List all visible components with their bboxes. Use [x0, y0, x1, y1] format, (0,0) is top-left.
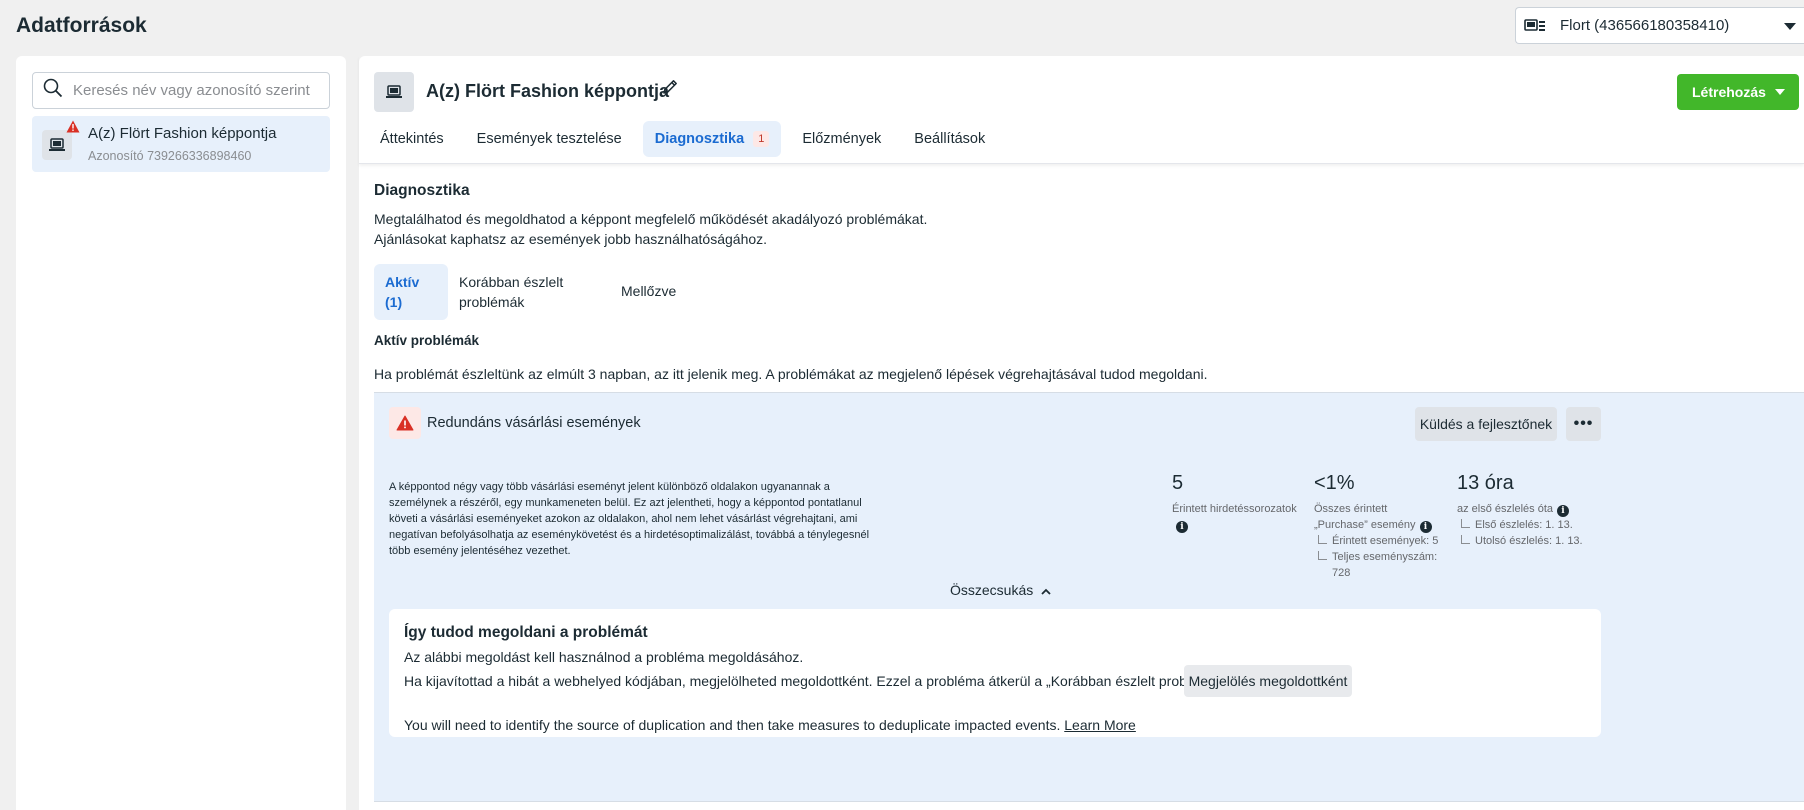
issue-count-badge: 1: [753, 131, 770, 147]
issue-card: Redundáns vásárlási események Küldés a f…: [374, 392, 1804, 802]
issue-description: A képpontod négy vagy több vásárlási ese…: [389, 481, 870, 557]
info-icon[interactable]: i: [1176, 521, 1188, 533]
tab-label: Diagnosztika: [654, 131, 745, 147]
resolution-box: Így tudod megoldani a problémát Az alább…: [389, 609, 1601, 737]
resolution-title: Így tudod megoldani a problémát: [404, 624, 648, 641]
metric-value: <1%: [1314, 472, 1355, 494]
metric-value: 13 óra: [1457, 472, 1514, 494]
subtab-ignored[interactable]: Mellőzve: [610, 264, 687, 320]
tab-overview[interactable]: Áttekintés: [368, 121, 456, 157]
tab-history[interactable]: Előzmények: [790, 121, 893, 157]
issue-title: Redundáns vásárlási események: [427, 415, 641, 431]
search-box[interactable]: [32, 72, 330, 109]
metric-value: 5: [1172, 472, 1184, 494]
business-account-icon: [1524, 18, 1546, 34]
data-source-list-panel: A(z) Flört Fashion képpontja Azonosító 7…: [16, 56, 346, 810]
resolution-text: Az alábbi megoldást kell használnod a pr…: [404, 649, 804, 665]
chevron-up-icon: [1041, 582, 1051, 598]
metric-label: Érintett hirdetéssorozatok: [1172, 503, 1297, 515]
send-to-developer-button[interactable]: Küldés a fejlesztőnek: [1415, 407, 1557, 441]
search-input[interactable]: [73, 82, 313, 99]
info-icon[interactable]: i: [1557, 505, 1569, 517]
section-description-line: Ajánlásokat kaphatsz az események jobb h…: [374, 231, 768, 247]
issue-filter-tabs: Aktív (1) Korábban észlelt problémák Mel…: [374, 264, 687, 320]
metric-label: „Purchase” esemény: [1314, 519, 1416, 531]
metric-time-since: 13 óra az első észlelés óta i Első észlel…: [1457, 471, 1607, 549]
chevron-down-icon: [1775, 89, 1785, 95]
warning-icon: [66, 120, 80, 138]
metric-label: Összes érintett: [1314, 503, 1388, 515]
metric-sub-last: Utolsó észlelés: 1. 13.: [1457, 533, 1607, 549]
metric-affected-adsets: 5 Érintett hirdetéssorozatok i: [1172, 471, 1312, 533]
tab-label: Beállítások: [914, 131, 986, 147]
metric-affected-events: <1% Összes érintett „Purchase” esemény i …: [1314, 471, 1454, 581]
create-button[interactable]: Létrehozás: [1677, 74, 1799, 110]
more-options-button[interactable]: •••: [1566, 407, 1601, 441]
tab-settings[interactable]: Beállítások: [902, 121, 997, 157]
metric-label: az első észlelés óta: [1457, 503, 1553, 515]
tab-label: Előzmények: [802, 131, 882, 147]
collapse-label: Összecsukás: [950, 582, 1034, 598]
data-source-item[interactable]: A(z) Flört Fashion képpontja Azonosító 7…: [32, 116, 330, 172]
subtab-previous[interactable]: Korábban észlelt problémák: [448, 264, 610, 320]
metric-sub-first: Első észlelés: 1. 13.: [1457, 517, 1607, 533]
collapse-button[interactable]: Összecsukás: [950, 582, 1051, 598]
page-title: Adatforrások: [16, 14, 147, 37]
tab-label: Események tesztelése: [476, 131, 622, 147]
section-description: Megtalálhatod és megoldhatod a képpont m…: [374, 209, 927, 249]
data-source-name: A(z) Flört Fashion képpontja: [88, 125, 277, 142]
tab-bar: Áttekintés Események tesztelése Diagnosz…: [368, 120, 1006, 158]
active-issues-description: Ha problémát észleltünk az elmúlt 3 napb…: [374, 366, 1208, 382]
tab-test-events[interactable]: Események tesztelése: [465, 121, 634, 157]
pixel-title: A(z) Flört Fashion képpontja: [426, 81, 669, 101]
metric-sub-total: Teljes eseményszám: 728: [1314, 549, 1454, 581]
main-header: A(z) Flört Fashion képpontja Létrehozás …: [359, 56, 1804, 164]
mark-resolved-button[interactable]: Megjelölés megoldottként: [1184, 665, 1352, 697]
metric-sub-affected: Érintett események: 5: [1314, 533, 1454, 549]
resolution-note-text: You will need to identify the source of …: [404, 717, 1061, 733]
resolution-text: Ha kijavítottad a hibát a webhelyed kódj…: [404, 673, 1289, 689]
pixel-icon: [374, 72, 414, 112]
warning-icon: [389, 407, 421, 439]
chevron-down-icon: [1784, 23, 1796, 30]
section-description-line: Megtalálhatod és megoldhatod a képpont m…: [374, 211, 928, 227]
active-issues-title: Aktív problémák: [374, 333, 480, 348]
learn-more-link[interactable]: Learn More: [1064, 717, 1136, 733]
info-icon[interactable]: i: [1419, 521, 1432, 533]
account-selector[interactable]: Flort (436566180358410): [1515, 7, 1804, 44]
main-panel: A(z) Flört Fashion képpontja Létrehozás …: [359, 56, 1804, 810]
section-title: Diagnosztika: [374, 182, 470, 199]
resolution-note: You will need to identify the source of …: [404, 717, 1136, 733]
subtab-active[interactable]: Aktív (1): [374, 264, 448, 320]
data-source-id: Azonosító 739266336898460: [88, 149, 252, 163]
pencil-icon[interactable]: [661, 78, 679, 101]
tab-diagnostics[interactable]: Diagnosztika 1: [642, 121, 782, 157]
create-button-label: Létrehozás: [1692, 84, 1766, 100]
tab-label: Áttekintés: [380, 131, 444, 147]
search-icon: [43, 78, 63, 103]
account-label: Flort (436566180358410): [1560, 17, 1730, 34]
